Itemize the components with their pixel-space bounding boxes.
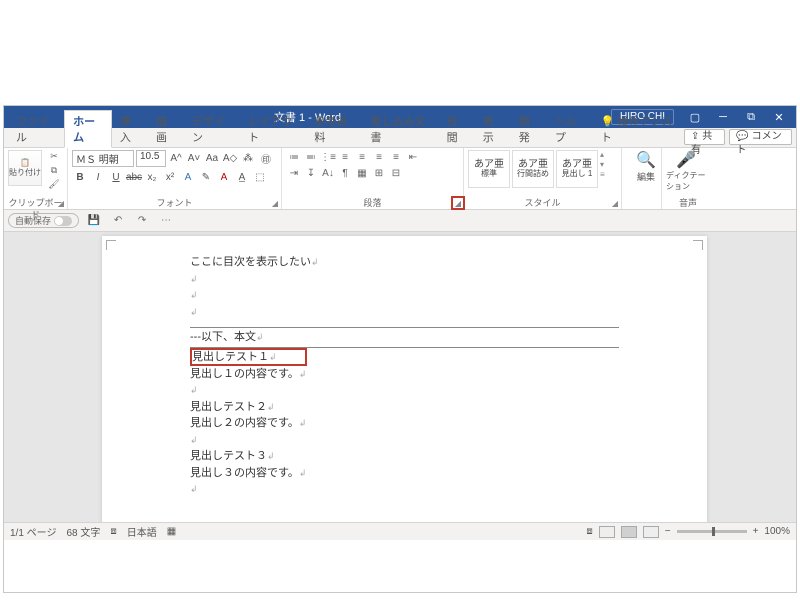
tab-2[interactable]: 挿入 <box>112 111 148 147</box>
tab-4[interactable]: デザイン <box>184 111 240 147</box>
highlight-icon[interactable]: ✎ <box>198 169 214 185</box>
share-button[interactable]: ⇪ 共有 <box>684 129 725 145</box>
tab-10[interactable]: 開発 <box>511 111 547 147</box>
clipboard-launcher-icon[interactable]: ◢ <box>56 198 66 208</box>
grow-font-icon[interactable]: A^ <box>168 151 184 167</box>
edit-menu[interactable]: 🔍 編集 <box>626 150 666 183</box>
para-icon-12[interactable]: ▦ <box>354 166 370 180</box>
comment-button[interactable]: 💬 コメント <box>729 129 792 145</box>
tab-8[interactable]: 校閲 <box>439 111 475 147</box>
spellcheck-icon[interactable]: ⧈ <box>110 526 116 537</box>
font-launcher-icon[interactable]: ◢ <box>270 198 280 208</box>
paragraph-launcher-icon[interactable]: ◢ <box>451 196 465 210</box>
margin-corner-icon <box>693 240 703 250</box>
find-icon: 🔍 <box>636 150 656 170</box>
margin-corner-icon <box>106 240 116 250</box>
heading1-selection: 見出しテスト１↲ <box>190 348 307 366</box>
para-icon-8[interactable]: ⇥ <box>286 166 302 180</box>
font-color-icon[interactable]: A <box>216 169 232 185</box>
para-icon-1[interactable]: ≕ <box>303 150 319 164</box>
focus-mode-icon[interactable]: ⧈ <box>586 526 592 537</box>
read-mode-icon[interactable] <box>599 526 615 538</box>
style-1[interactable]: あア亜行間詰め <box>512 150 554 188</box>
page-count[interactable]: 1/1 ページ <box>10 524 56 539</box>
ribbon-display-icon[interactable]: ▢ <box>682 107 708 127</box>
cut-icon[interactable]: ✂ <box>46 150 62 162</box>
para-icon-0[interactable]: ≔ <box>286 150 302 164</box>
char-shading-icon[interactable]: A̲ <box>234 169 250 185</box>
tab-9[interactable]: 表示 <box>475 111 511 147</box>
subscript-button[interactable]: x₂ <box>144 169 160 185</box>
tab-7[interactable]: 差し込み文書 <box>362 111 438 147</box>
undo-icon[interactable]: ↶ <box>109 215 127 226</box>
copy-icon[interactable]: ⧉ <box>46 164 62 176</box>
zoom-slider[interactable] <box>677 530 747 533</box>
phonetic-icon[interactable]: ⁂ <box>240 151 256 167</box>
group-paragraph-label: 段落 <box>286 197 459 209</box>
tab-6[interactable]: 参考資料 <box>306 111 362 147</box>
group-clipboard-label: クリップボード <box>8 197 63 209</box>
para-icon-13[interactable]: ⊞ <box>371 166 387 180</box>
para-icon-6[interactable]: ≡ <box>388 150 404 164</box>
tab-5[interactable]: レイアウト <box>240 111 306 147</box>
web-layout-icon[interactable] <box>643 526 659 538</box>
para-icon-10[interactable]: A↓ <box>320 166 336 180</box>
bold-button[interactable]: B <box>72 169 88 185</box>
group-font-label: フォント <box>72 197 277 209</box>
enclose-char-icon[interactable]: ㊞ <box>258 151 274 167</box>
tell-me-search[interactable]: 💡 操作アシスト <box>593 111 684 147</box>
mic-icon: 🎤 <box>676 150 696 170</box>
para-icon-5[interactable]: ≡ <box>371 150 387 164</box>
styles-more-icon[interactable]: ▴▾≡ <box>600 150 612 179</box>
font-size-select[interactable]: 10.5 <box>136 150 166 167</box>
styles-launcher-icon[interactable]: ◢ <box>610 198 620 208</box>
para-icon-3[interactable]: ≡ <box>337 150 353 164</box>
group-voice-label: 音声 <box>666 197 710 209</box>
para-icon-14[interactable]: ⊟ <box>388 166 404 180</box>
tab-3[interactable]: 描画 <box>148 111 184 147</box>
para-icon-7[interactable]: ⇤ <box>405 150 421 164</box>
document-body[interactable]: ここに目次を表示したい↲ ↲ ↲ ↲ ---以下、本文↲ 見出しテスト１↲ 見出… <box>190 254 619 498</box>
tab-11[interactable]: ヘルプ <box>547 111 593 147</box>
language-status[interactable]: 日本語 <box>127 524 157 539</box>
minimize-icon[interactable]: ─ <box>710 107 736 127</box>
char-border-icon[interactable]: ⬚ <box>252 169 268 185</box>
para-icon-11[interactable]: ¶ <box>337 166 353 180</box>
dictation-button[interactable]: 🎤 ディクテーション <box>666 150 706 192</box>
shrink-font-icon[interactable]: A˅ <box>186 151 202 167</box>
tab-1[interactable]: ホーム <box>64 110 112 148</box>
change-case-icon[interactable]: Aa <box>204 151 220 167</box>
macro-icon[interactable]: ▦ <box>167 526 176 537</box>
zoom-out-icon[interactable]: − <box>665 526 671 537</box>
style-0[interactable]: あア亜標準 <box>468 150 510 188</box>
close-icon[interactable]: ✕ <box>766 107 792 127</box>
word-count[interactable]: 68 文字 <box>66 524 100 539</box>
zoom-in-icon[interactable]: + <box>753 526 759 537</box>
print-layout-icon[interactable] <box>621 526 637 538</box>
italic-button[interactable]: I <box>90 169 106 185</box>
strike-button[interactable]: abc <box>126 169 142 185</box>
underline-button[interactable]: U <box>108 169 124 185</box>
format-painter-icon[interactable]: 🖌 <box>46 178 62 190</box>
font-name-select[interactable]: ＭＳ 明朝 <box>72 150 134 167</box>
para-icon-2[interactable]: ⋮≡ <box>320 150 336 164</box>
para-icon-9[interactable]: ↧ <box>303 166 319 180</box>
clear-format-icon[interactable]: A◇ <box>222 151 238 167</box>
style-2[interactable]: あア亜見出し 1 <box>556 150 598 188</box>
save-icon[interactable]: 💾 <box>85 215 103 226</box>
group-styles-label: スタイル <box>468 197 617 209</box>
maximize-icon[interactable]: ⧉ <box>738 107 764 127</box>
text-effects-icon[interactable]: A <box>180 169 196 185</box>
autosave-toggle[interactable]: 自動保存 <box>8 213 79 228</box>
qat-customize-icon[interactable]: ⋯ <box>157 215 175 226</box>
zoom-level[interactable]: 100% <box>764 526 790 537</box>
tab-0[interactable]: ファイル <box>8 111 64 147</box>
para-icon-4[interactable]: ≡ <box>354 150 370 164</box>
redo-icon[interactable]: ↷ <box>133 215 151 226</box>
superscript-button[interactable]: x² <box>162 169 178 185</box>
paste-button[interactable]: 📋貼り付け <box>8 150 42 186</box>
